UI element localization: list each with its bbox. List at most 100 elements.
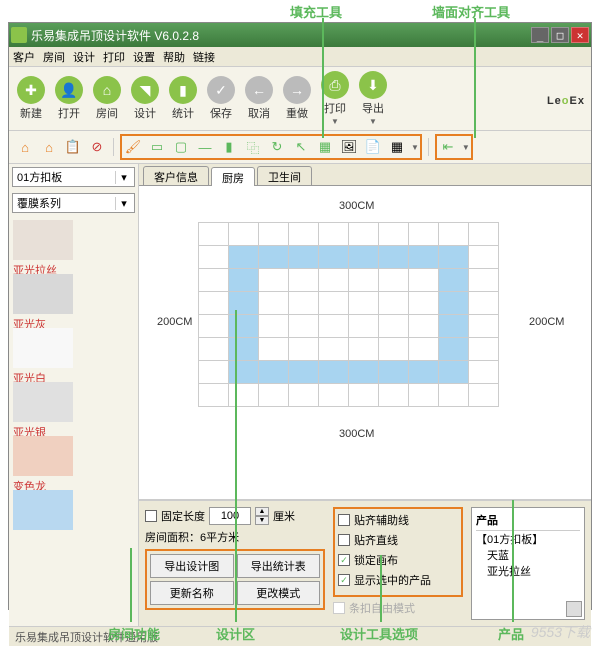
- swatch-item[interactable]: 亚光灰: [13, 274, 134, 326]
- grid-cell[interactable]: [378, 222, 409, 246]
- grid-cell[interactable]: [378, 291, 409, 315]
- scroll-corner[interactable]: [566, 601, 582, 617]
- grid-cell[interactable]: [378, 245, 409, 269]
- fixed-length-check[interactable]: [145, 510, 157, 522]
- grid-cell[interactable]: [468, 383, 499, 407]
- minimize-button[interactable]: _: [531, 27, 549, 43]
- grid-cell[interactable]: [438, 268, 469, 292]
- save-button[interactable]: ✓保存: [205, 76, 237, 121]
- grid-cell[interactable]: [438, 383, 469, 407]
- grid-cell[interactable]: [438, 291, 469, 315]
- grid-cell[interactable]: [228, 268, 259, 292]
- grid-cell[interactable]: [228, 383, 259, 407]
- grid-cell[interactable]: [318, 337, 349, 361]
- grid-cell[interactable]: [348, 314, 379, 338]
- grid-cell[interactable]: [318, 245, 349, 269]
- menu-room[interactable]: 房间: [43, 49, 65, 65]
- grid-cell[interactable]: [288, 360, 319, 384]
- grid-cell[interactable]: [378, 268, 409, 292]
- grid-cell[interactable]: [348, 383, 379, 407]
- grid-cell[interactable]: [228, 337, 259, 361]
- grid-cell[interactable]: [258, 383, 289, 407]
- grid-cell[interactable]: [378, 360, 409, 384]
- grid-cell[interactable]: [348, 291, 379, 315]
- swatch-item[interactable]: 亚光白: [13, 328, 134, 380]
- grid-cell[interactable]: [198, 314, 229, 338]
- menu-customer[interactable]: 客户: [13, 49, 35, 65]
- menu-settings[interactable]: 设置: [133, 49, 155, 65]
- grid-cell[interactable]: [468, 337, 499, 361]
- grid-cell[interactable]: [348, 268, 379, 292]
- grid-cell[interactable]: [258, 360, 289, 384]
- grid-cell[interactable]: [288, 291, 319, 315]
- grid-cell[interactable]: [468, 360, 499, 384]
- arrow-icon[interactable]: ↖: [291, 137, 311, 157]
- grid-cell[interactable]: [318, 291, 349, 315]
- grid-cell[interactable]: [228, 360, 259, 384]
- stats-button[interactable]: ▮统计: [167, 76, 199, 121]
- grid-cell[interactable]: [408, 314, 439, 338]
- grid-cell[interactable]: [438, 314, 469, 338]
- dropdown-icon[interactable]: ▼: [411, 143, 419, 152]
- grid-cell[interactable]: [198, 245, 229, 269]
- grid-cell[interactable]: [258, 268, 289, 292]
- change-mode-button[interactable]: 更改模式: [237, 581, 321, 605]
- titlebar[interactable]: 乐易集成吊顶设计软件 V6.0.2.8 _ □ ✕: [9, 23, 591, 47]
- brush-icon[interactable]: 🖌: [123, 137, 143, 157]
- length-input[interactable]: 100: [209, 507, 251, 525]
- ceiling-grid[interactable]: [199, 222, 519, 422]
- grid-cell[interactable]: [378, 337, 409, 361]
- cancel-button[interactable]: ←取消: [243, 76, 275, 121]
- tab-kitchen[interactable]: 厨房: [211, 167, 255, 186]
- grid-cell[interactable]: [438, 245, 469, 269]
- swatch-item[interactable]: 亚光拉丝: [13, 220, 134, 272]
- export-stats-button[interactable]: 导出统计表: [237, 554, 321, 578]
- grid-cell[interactable]: [348, 245, 379, 269]
- menu-print[interactable]: 打印: [103, 49, 125, 65]
- new-button[interactable]: ✚新建: [15, 76, 47, 121]
- grid-cell[interactable]: [438, 337, 469, 361]
- lock-canvas-check[interactable]: [338, 554, 350, 566]
- grid-cell[interactable]: [198, 360, 229, 384]
- home2-icon[interactable]: ⌂: [39, 137, 59, 157]
- grid-cell[interactable]: [318, 360, 349, 384]
- design-canvas[interactable]: 300CM 300CM 200CM 200CM: [139, 186, 591, 500]
- grid-cell[interactable]: [468, 291, 499, 315]
- grid-cell[interactable]: [288, 314, 319, 338]
- grid-cell[interactable]: [318, 383, 349, 407]
- select-icon[interactable]: ▦: [315, 137, 335, 157]
- grid-cell[interactable]: [438, 222, 469, 246]
- menu-help[interactable]: 帮助: [163, 49, 185, 65]
- grid-cell[interactable]: [408, 383, 439, 407]
- design-button[interactable]: ◥设计: [129, 76, 161, 121]
- export-design-button[interactable]: 导出设计图: [150, 554, 234, 578]
- swatch-item[interactable]: 亚光银: [13, 382, 134, 434]
- grid-cell[interactable]: [468, 222, 499, 246]
- maximize-button[interactable]: □: [551, 27, 569, 43]
- export-button[interactable]: ⬇导出▼: [357, 71, 389, 126]
- length-spinner[interactable]: ▲▼: [255, 507, 269, 525]
- doc-icon[interactable]: 📄: [363, 137, 383, 157]
- snap-line-check[interactable]: [338, 534, 350, 546]
- open-button[interactable]: 👤打开: [53, 76, 85, 121]
- grid-cell[interactable]: [258, 291, 289, 315]
- grid-cell[interactable]: [288, 268, 319, 292]
- grid-cell[interactable]: [348, 360, 379, 384]
- series-combo[interactable]: 覆膜系列: [12, 193, 135, 213]
- grid-cell[interactable]: [198, 268, 229, 292]
- grid-cell[interactable]: [438, 360, 469, 384]
- update-name-button[interactable]: 更新名称: [150, 581, 234, 605]
- grid-cell[interactable]: [258, 245, 289, 269]
- swatch-item[interactable]: 变色龙: [13, 436, 134, 488]
- grid-cell[interactable]: [318, 222, 349, 246]
- image-icon[interactable]: 🖼: [339, 137, 359, 157]
- grid-cell[interactable]: [288, 383, 319, 407]
- grid-cell[interactable]: [378, 383, 409, 407]
- grid-cell[interactable]: [288, 245, 319, 269]
- grid-cell[interactable]: [258, 337, 289, 361]
- swatch-item[interactable]: [13, 490, 134, 542]
- grid-cell[interactable]: [468, 268, 499, 292]
- refresh-icon[interactable]: ↻: [267, 137, 287, 157]
- copy-icon[interactable]: ⿻: [243, 137, 263, 157]
- menu-link[interactable]: 链接: [193, 49, 215, 65]
